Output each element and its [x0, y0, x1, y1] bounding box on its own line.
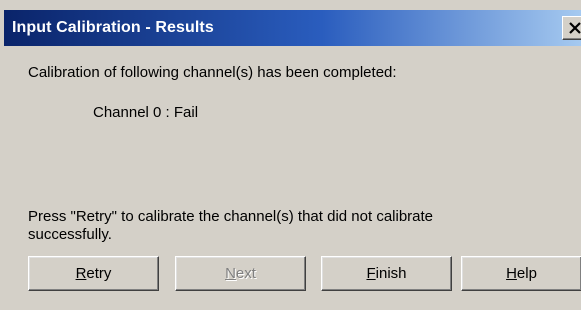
close-button[interactable] [562, 16, 581, 40]
next-button-accel: N [225, 265, 236, 282]
help-button[interactable]: Help [461, 256, 581, 291]
finish-button[interactable]: Finish [321, 256, 452, 291]
retry-button[interactable]: Retry [28, 256, 159, 291]
retry-instruction-line1: Press "Retry" to calibrate the channel(s… [28, 208, 434, 225]
title-bar[interactable]: Input Calibration - Results [4, 10, 581, 46]
finish-button-accel: F [366, 265, 376, 282]
help-button-accel: H [506, 265, 517, 282]
next-button-label: ext [235, 265, 256, 282]
dialog-title: Input Calibration - Results [12, 19, 214, 36]
channel-result: Channel 0 : Fail [93, 104, 199, 121]
retry-button-accel: R [75, 265, 87, 282]
help-button-label: elp [516, 265, 537, 282]
calibration-results-dialog: Input Calibration - Results Calibration … [0, 0, 581, 310]
finish-button-label: inish [375, 265, 407, 282]
retry-instruction-line2: successfully. [28, 226, 112, 243]
close-icon [569, 22, 581, 34]
next-button[interactable]: Next [175, 256, 306, 291]
completion-message: Calibration of following channel(s) has … [28, 64, 397, 81]
retry-button-label: etry [86, 265, 112, 282]
